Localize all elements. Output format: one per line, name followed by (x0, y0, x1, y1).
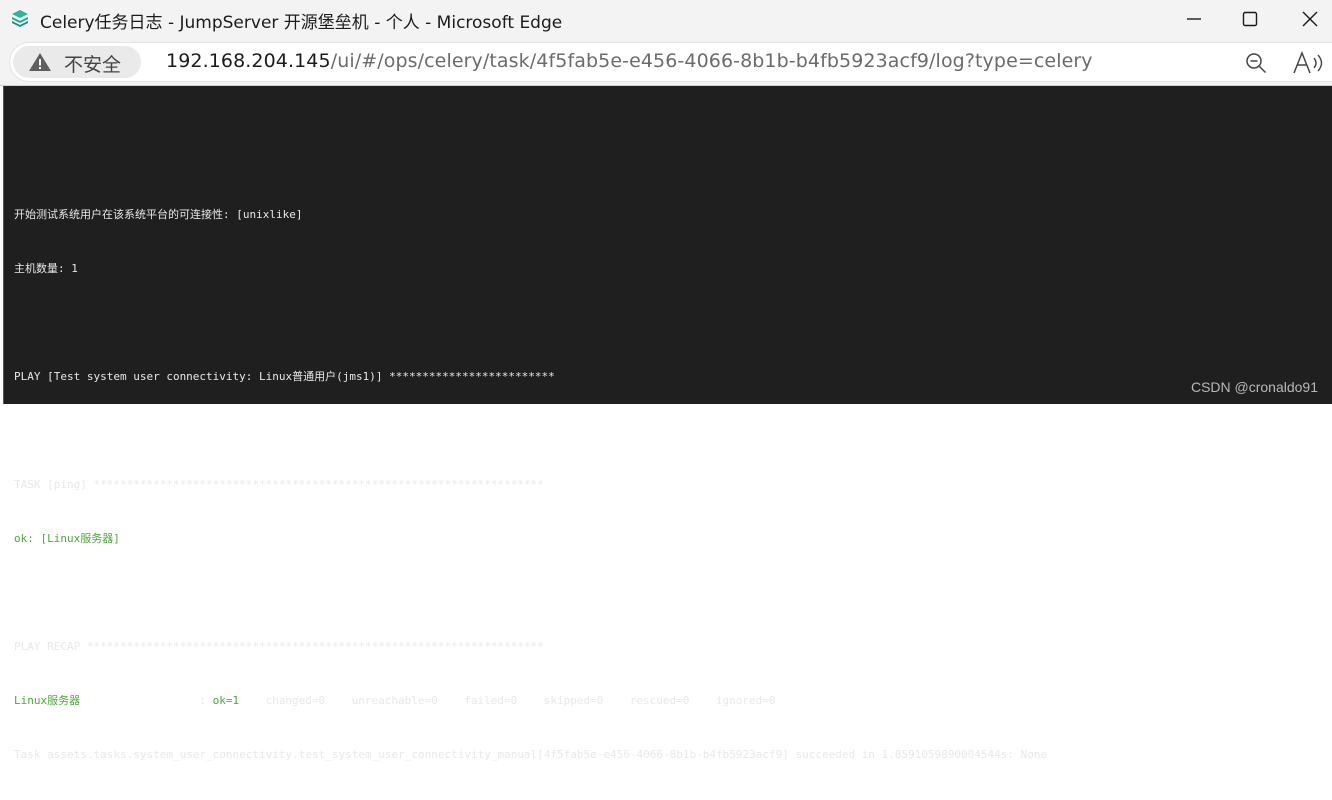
url-host: 192.168.204.145 (166, 50, 331, 72)
window-title-bar: Celery任务日志 - JumpServer 开源堡垒机 - 个人 - Mic… (0, 0, 1332, 38)
watermark: CSDN @cronaldo91 (1190, 379, 1318, 395)
maximize-button[interactable] (1227, 0, 1273, 38)
url-path: /ui/#/ops/celery/task/4f5fab5e-e456-4066… (330, 50, 1093, 72)
read-aloud-icon[interactable] (1292, 51, 1332, 75)
log-recap-line: Linux服务器 : ok=1 changed=0 unreachable=0 … (14, 692, 1047, 710)
log-line-ok: ok: [Linux服务器] (14, 532, 120, 545)
log-line: TASK [ping] ****************************… (14, 478, 544, 491)
address-bar: 不安全 192.168.204.145/ui/#/ops/celery/task… (0, 38, 1332, 86)
celery-log-terminal: 开始测试系统用户在该系统平台的可连接性: [unixlike] 主机数量: 1 … (3, 86, 1332, 761)
recap-sep: : (80, 694, 213, 707)
window-title: Celery任务日志 - JumpServer 开源堡垒机 - 个人 - Mic… (40, 13, 563, 33)
zoom-out-icon[interactable] (1245, 52, 1267, 74)
site-security-button[interactable]: 不安全 (13, 46, 141, 78)
minimize-icon (1187, 18, 1201, 20)
maximize-icon (1242, 11, 1258, 27)
url-input[interactable]: 不安全 192.168.204.145/ui/#/ops/celery/task… (10, 43, 1332, 81)
recap-host: Linux服务器 (14, 694, 81, 707)
recap-ok: ok=1 (212, 694, 240, 707)
log-line: PLAY RECAP *****************************… (14, 640, 544, 653)
warning-triangle-icon (29, 53, 51, 71)
log-output: 开始测试系统用户在该系统平台的可连接性: [unixlike] 主机数量: 1 … (14, 116, 1047, 800)
security-label: 不安全 (64, 54, 122, 76)
log-line: PLAY [Test system user connectivity: Lin… (14, 370, 555, 383)
minimize-button[interactable] (1171, 0, 1217, 38)
close-icon (1302, 11, 1318, 27)
jumpserver-logo-icon (12, 10, 28, 27)
close-button[interactable] (1287, 0, 1332, 38)
recap-rest: changed=0 unreachable=0 failed=0 skipped… (239, 694, 776, 707)
url-text: 192.168.204.145/ui/#/ops/celery/task/4f5… (166, 50, 1093, 72)
log-line: 开始测试系统用户在该系统平台的可连接性: [unixlike] (14, 208, 303, 221)
log-line: 主机数量: 1 (14, 262, 78, 275)
log-final-line: Task assets.tasks.system_user_connectivi… (14, 748, 1048, 761)
